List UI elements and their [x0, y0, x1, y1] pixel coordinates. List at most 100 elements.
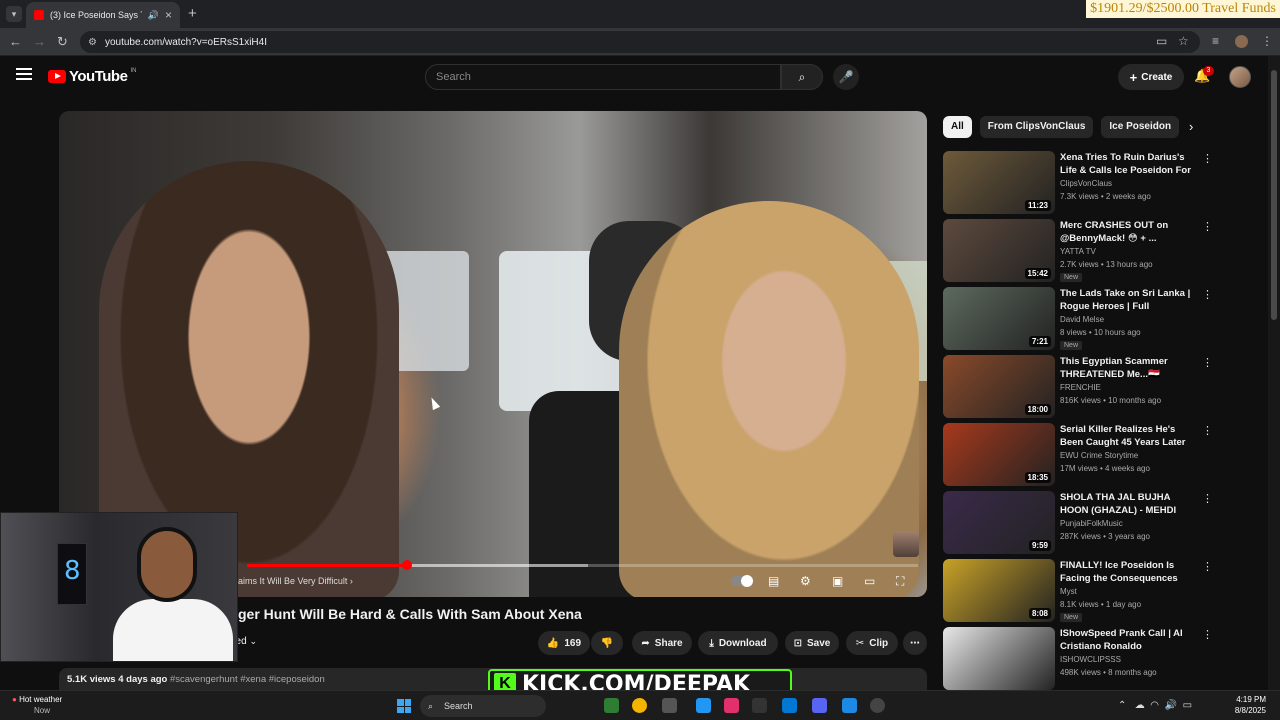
recommendation-channel[interactable]: YATTA TV — [1060, 247, 1096, 256]
cast-icon[interactable]: ▭ — [1156, 34, 1167, 48]
video-thumbnail[interactable]: 8:08 — [943, 559, 1055, 622]
app-icon[interactable] — [752, 698, 767, 713]
account-avatar[interactable] — [1229, 66, 1251, 88]
recommendation-title[interactable]: Xena Tries To Ruin Darius's Life & Calls… — [1060, 151, 1198, 177]
more-vertical-icon[interactable]: ⋮ — [1202, 424, 1213, 437]
plus-icon: + — [1129, 69, 1138, 85]
video-thumbnail[interactable]: 15:42 — [943, 219, 1055, 282]
app-icon[interactable] — [870, 698, 885, 713]
video-thumbnail[interactable]: 18:00 — [943, 355, 1055, 418]
recommendation-item[interactable]: 18:00 This Egyptian Scammer THREATENED Me… — [943, 355, 1265, 421]
taskbar-search[interactable]: ⌕ Search — [420, 695, 546, 717]
video-thumbnail[interactable]: 18:35 — [943, 423, 1055, 486]
chapter-title[interactable]: aims It Will Be Very Difficult › — [238, 576, 353, 586]
recommendation-channel[interactable]: FRENCHIE — [1060, 383, 1101, 392]
more-vertical-icon[interactable]: ⋮ — [1202, 628, 1213, 641]
recommendation-item[interactable]: 7:21 The Lads Take on Sri Lanka | Rogue H… — [943, 287, 1265, 353]
more-vertical-icon[interactable]: ⋮ — [1202, 492, 1213, 505]
theater-mode-icon[interactable]: ▭ — [864, 574, 875, 588]
recommendation-item[interactable]: 11:23 Xena Tries To Ruin Darius's Life & … — [943, 151, 1265, 217]
dislike-button[interactable]: 👎 — [591, 631, 623, 655]
search-button[interactable]: ⌕ — [781, 64, 823, 90]
share-button[interactable]: ➦ Share — [632, 631, 692, 655]
recommendation-channel[interactable]: ClipsVonClaus — [1060, 179, 1112, 188]
video-thumbnail[interactable]: 9:59 — [943, 491, 1055, 554]
recommendation-title[interactable]: This Egyptian Scammer THREATENED Me...🇪🇬 — [1060, 355, 1198, 381]
channel-watermark[interactable] — [893, 531, 919, 557]
recommendation-title[interactable]: SHOLA THA JAL BUJHA HOON (GHAZAL) - MEHD… — [1060, 491, 1198, 517]
site-info-icon[interactable]: ⚙ — [88, 37, 97, 48]
close-tab-icon[interactable]: × — [165, 8, 172, 22]
recommendation-item[interactable]: 9:59 SHOLA THA JAL BUJHA HOON (GHAZAL) - … — [943, 491, 1265, 557]
discord-icon[interactable] — [812, 698, 827, 713]
save-button[interactable]: ⊡ Save — [785, 631, 839, 655]
chip-all[interactable]: All — [943, 116, 972, 138]
recommendation-title[interactable]: Serial Killer Realizes He's Been Caught … — [1060, 423, 1198, 449]
video-thumbnail[interactable]: 7:21 — [943, 287, 1055, 350]
search-input[interactable]: Search — [425, 64, 781, 90]
app-icon[interactable] — [782, 698, 797, 713]
guide-menu-icon[interactable] — [16, 68, 32, 80]
video-thumbnail[interactable] — [943, 627, 1055, 690]
create-button[interactable]: + Create — [1118, 64, 1184, 90]
audio-icon[interactable]: 🔊 — [148, 10, 159, 21]
recommendation-channel[interactable]: Myst — [1060, 587, 1077, 596]
more-actions-button[interactable]: ⋯ — [903, 631, 927, 655]
more-vertical-icon[interactable]: ⋮ — [1202, 288, 1213, 301]
subtitles-icon[interactable]: ▤ — [768, 574, 779, 588]
recommendation-channel[interactable]: PunjabiFolkMusic — [1060, 519, 1123, 528]
recommendation-item[interactable]: 18:35 Serial Killer Realizes He's Been Ca… — [943, 423, 1265, 489]
voice-search-button[interactable]: 🎤 — [833, 64, 859, 90]
miniplayer-icon[interactable]: ▣ — [832, 574, 843, 588]
recommendation-title[interactable]: The Lads Take on Sri Lanka | Rogue Heroe… — [1060, 287, 1198, 313]
recommendation-channel[interactable]: David Melse — [1060, 315, 1104, 324]
more-vertical-icon[interactable]: ⋮ — [1202, 356, 1213, 369]
scrollbar-thumb[interactable] — [1271, 70, 1277, 320]
app-icon[interactable] — [662, 698, 677, 713]
weather-widget[interactable]: ● Hot weather Now — [12, 694, 62, 716]
app-icon[interactable] — [842, 698, 857, 713]
youtube-logo[interactable]: YouTube IN — [48, 68, 136, 85]
recommendation-item[interactable]: 8:08 FINALLY! Ice Poseidon Is Facing the … — [943, 559, 1265, 625]
windows-start-icon[interactable] — [397, 699, 411, 713]
reload-icon[interactable]: ↻ — [57, 34, 68, 50]
more-vertical-icon[interactable]: ⋮ — [1202, 152, 1213, 165]
profile-avatar-icon[interactable] — [1235, 35, 1248, 48]
recommendation-title[interactable]: IShowSpeed Prank Call | AI Cristiano Ron… — [1060, 627, 1198, 653]
fullscreen-icon[interactable]: ⛶ — [896, 574, 904, 588]
system-clock[interactable]: 4:19 PM 8/8/2025 — [1228, 694, 1266, 716]
chip-ice-poseidon[interactable]: Ice Poseidon — [1101, 116, 1180, 138]
recommendation-item[interactable]: IShowSpeed Prank Call | AI Cristiano Ron… — [943, 627, 1265, 693]
more-vertical-icon[interactable]: ⋮ — [1202, 560, 1213, 573]
address-bar[interactable]: ⚙ youtube.com/watch?v=oERsS1xiH4I — [80, 31, 1200, 53]
browser-tab[interactable]: (3) Ice Poseidon Says The S 🔊 × — [26, 2, 180, 28]
video-thumbnail[interactable]: 11:23 — [943, 151, 1055, 214]
like-button[interactable]: 👍 169 — [538, 631, 590, 655]
tab-search-icon[interactable]: ▾ — [6, 6, 22, 22]
new-tab-button[interactable]: + — [188, 5, 197, 22]
menu-kebab-icon[interactable]: ⋮ — [1261, 34, 1273, 48]
more-vertical-icon[interactable]: ⋮ — [1202, 220, 1213, 233]
app-icon[interactable] — [604, 698, 619, 713]
back-icon[interactable]: ← — [9, 34, 22, 49]
hashtags[interactable]: #scavengerhunt #xena #iceposeidon — [170, 674, 325, 685]
recommendation-channel[interactable]: EWU Crime Storytime — [1060, 451, 1138, 460]
chrome-icon[interactable] — [632, 698, 647, 713]
media-controls-icon[interactable]: ≡ — [1212, 34, 1219, 48]
chevron-right-icon[interactable]: › — [1189, 119, 1193, 134]
recommendation-title[interactable]: FINALLY! Ice Poseidon Is Facing the Cons… — [1060, 559, 1198, 585]
progress-scrubber[interactable] — [401, 560, 412, 570]
download-button[interactable]: ⤓ Download — [698, 631, 778, 655]
chip-from-channel[interactable]: From ClipsVonClaus — [979, 116, 1094, 138]
forward-icon[interactable]: → — [33, 34, 46, 49]
clip-button[interactable]: ✂ Clip — [846, 631, 898, 655]
recommendation-title[interactable]: Merc CRASHES OUT on @BennyMack! 😳 + ... — [1060, 219, 1198, 245]
app-icon[interactable] — [696, 698, 711, 713]
settings-gear-icon[interactable]: ⚙ — [800, 574, 811, 588]
recommendation-item[interactable]: 15:42 Merc CRASHES OUT on @BennyMack! 😳 +… — [943, 219, 1265, 285]
recommendation-channel[interactable]: ISHOWCLIPSSS — [1060, 655, 1121, 664]
system-tray[interactable]: ⌃ ☁ ◠ 🔊 ▭ — [1118, 700, 1192, 711]
instagram-icon[interactable] — [724, 698, 739, 713]
bookmark-star-icon[interactable]: ☆ — [1178, 34, 1189, 48]
autoplay-toggle[interactable] — [731, 575, 753, 587]
